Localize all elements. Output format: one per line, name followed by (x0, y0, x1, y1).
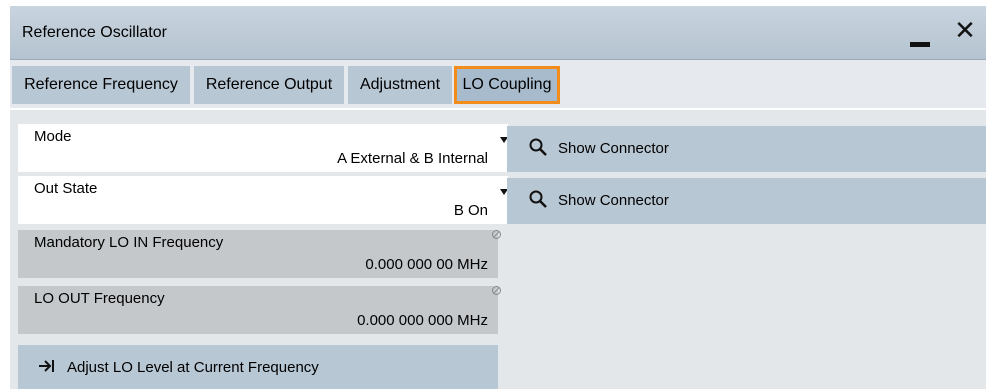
tab-lo-coupling[interactable]: LO Coupling (454, 66, 560, 104)
lo-coupling-panel: Mode A External & B Internal Out State B… (10, 110, 986, 389)
minimize-icon[interactable] (910, 32, 930, 50)
close-icon[interactable]: ✕ (954, 16, 976, 44)
mode-select[interactable]: Mode A External & B Internal (18, 124, 498, 172)
lo-out-frequency-value: 0.000 000 000 MHz (357, 312, 488, 329)
show-connector-button-out-state[interactable]: Show Connector (507, 178, 986, 224)
show-connector-label: Show Connector (558, 192, 669, 209)
reference-oscillator-dialog: Reference Oscillator ✕ Reference Frequen… (10, 6, 986, 389)
adjust-lo-level-label: Adjust LO Level at Current Frequency (67, 359, 319, 376)
not-editable-icon (492, 286, 501, 295)
title-bar: Reference Oscillator ✕ (10, 6, 986, 60)
magnifier-icon (529, 138, 547, 156)
out-state-label: Out State (34, 180, 98, 197)
out-state-value: B On (453, 202, 488, 219)
mode-label: Mode (34, 128, 72, 145)
tab-adjustment[interactable]: Adjustment (348, 66, 452, 104)
lo-in-frequency-field: Mandatory LO IN Frequency 0.000 000 00 M… (18, 230, 501, 278)
show-connector-button-mode[interactable]: Show Connector (507, 126, 986, 172)
not-editable-icon (492, 230, 501, 239)
tab-reference-output[interactable]: Reference Output (194, 66, 344, 104)
show-connector-label: Show Connector (558, 140, 669, 157)
lo-out-frequency-field: LO OUT Frequency 0.000 000 000 MHz (18, 286, 501, 334)
tab-reference-frequency[interactable]: Reference Frequency (12, 66, 190, 104)
adjust-lo-level-button[interactable]: Adjust LO Level at Current Frequency (18, 345, 498, 389)
window-title: Reference Oscillator (22, 24, 167, 41)
magnifier-icon (529, 190, 547, 208)
mode-value: A External & B Internal (337, 150, 488, 167)
lo-out-frequency-label: LO OUT Frequency (34, 290, 165, 307)
arrow-to-bar-icon (39, 360, 54, 372)
lo-in-frequency-value: 0.000 000 00 MHz (365, 256, 488, 273)
out-state-select[interactable]: Out State B On (18, 176, 498, 224)
lo-in-frequency-label: Mandatory LO IN Frequency (34, 234, 224, 251)
tab-bar: Reference Frequency Reference Output Adj… (10, 60, 986, 108)
